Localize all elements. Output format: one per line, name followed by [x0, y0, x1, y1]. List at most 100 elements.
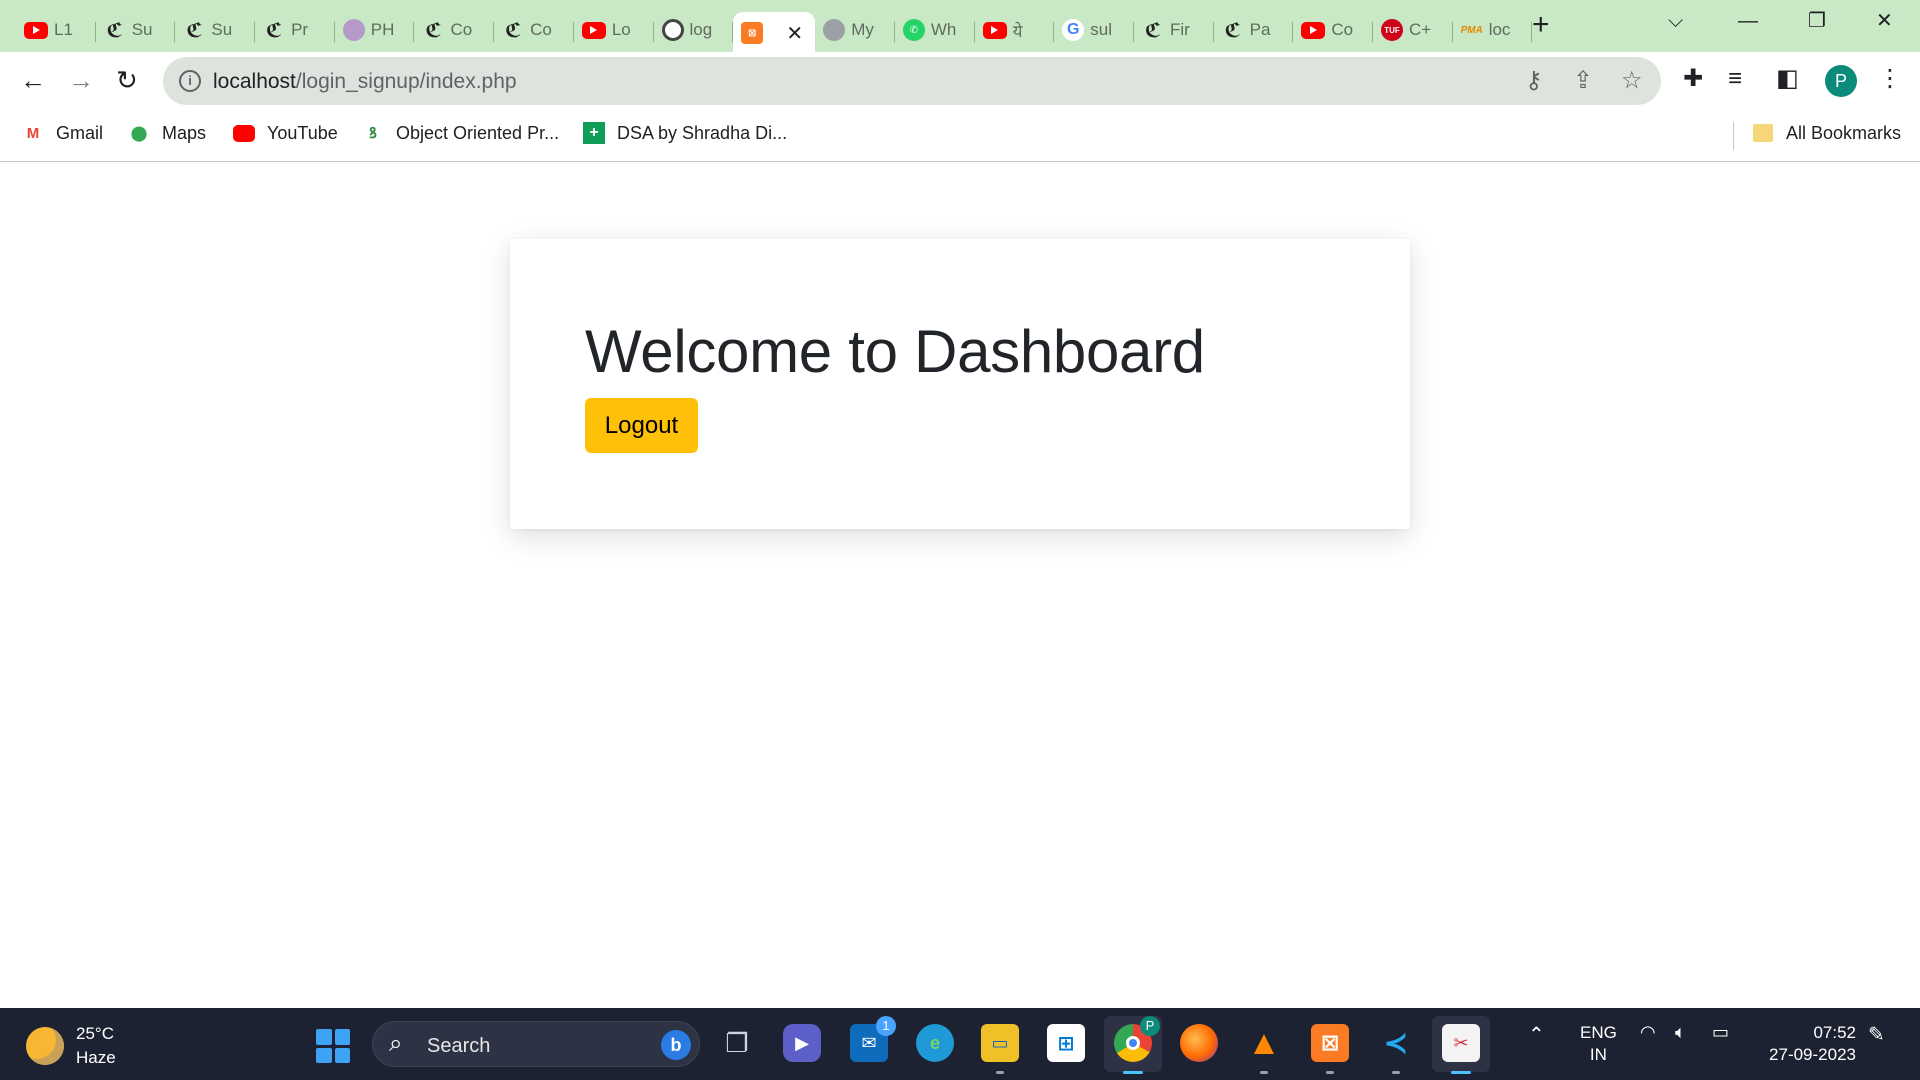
browser-tab[interactable]: TUF C+	[1373, 12, 1453, 48]
reload-button[interactable]: ↻	[116, 65, 138, 95]
file-explorer-icon[interactable]: ▭	[981, 1024, 1019, 1074]
bookmark-youtube[interactable]: YouTube	[233, 122, 338, 144]
volume-icon[interactable]: 🔈︎	[1675, 1022, 1686, 1043]
task-view-icon[interactable]: ❐	[718, 1024, 756, 1062]
back-button[interactable]: ←	[20, 65, 46, 95]
media-control-icon[interactable]: ≡	[1728, 64, 1742, 94]
browser-tab[interactable]: Lo	[574, 12, 654, 48]
bookmark-dsa[interactable]: + DSA by Shradha Di...	[583, 122, 787, 144]
tab-title: Co	[450, 20, 473, 39]
leetcode-icon: ℭ	[1144, 19, 1162, 42]
share-icon[interactable]: ⇪	[1573, 67, 1593, 95]
browser-tab[interactable]: ℭ Co	[414, 12, 494, 48]
system-clock[interactable]: 07:52 27-09-2023	[1762, 1022, 1856, 1066]
vscode-icon[interactable]: ≺	[1377, 1024, 1415, 1074]
browser-tab[interactable]: My	[815, 12, 895, 48]
search-icon: ⌕	[389, 1030, 403, 1057]
browser-tab[interactable]: L1	[16, 12, 96, 48]
close-window-icon[interactable]: ✕	[1876, 8, 1893, 34]
leetcode-icon: ℭ	[504, 19, 522, 42]
avatar-icon	[342, 19, 365, 41]
bookmark-star-icon[interactable]: ☆	[1621, 67, 1643, 95]
tab-title: My	[851, 20, 874, 39]
forward-button[interactable]: →	[68, 65, 94, 95]
tab-title: Pr	[291, 20, 309, 39]
whatsapp-icon: ✆	[902, 19, 925, 41]
clock-date: 27-09-2023	[1769, 1045, 1856, 1064]
folder-icon	[1752, 122, 1774, 144]
browser-tab[interactable]: ✆ Wh	[895, 12, 975, 48]
teams-chat-icon[interactable]: ▶	[783, 1024, 821, 1062]
bookmarks-divider	[1733, 122, 1734, 150]
leetcode-icon: ℭ	[106, 19, 123, 42]
bookmark-label: Object Oriented Pr...	[396, 122, 560, 143]
google-icon: G	[1062, 19, 1085, 41]
bookmark-oop[interactable]: ꝸ Object Oriented Pr...	[362, 122, 559, 144]
address-bar[interactable]: i localhost/login_signup/index.php ⚷ ⇪ ☆	[163, 57, 1661, 105]
bookmark-maps[interactable]: ⬤ Maps	[128, 122, 206, 144]
minimize-icon[interactable]: —	[1738, 8, 1758, 34]
all-bookmarks-folder[interactable]: All Bookmarks	[1752, 122, 1901, 144]
browser-tab[interactable]: ℭ Co	[494, 12, 574, 48]
new-tab-button[interactable]: +	[1532, 8, 1550, 42]
phpmyadmin-icon: PMA	[1460, 24, 1483, 36]
bookmarks-bar: M Gmail ⬤ Maps YouTube ꝸ Object Oriented…	[0, 110, 1920, 162]
browser-tab[interactable]: ℭ Pa	[1214, 12, 1294, 48]
clock-time: 07:52	[1813, 1023, 1856, 1042]
battery-icon[interactable]: ▭	[1712, 1022, 1729, 1043]
browser-tab[interactable]: Gsul	[1054, 12, 1134, 48]
language-indicator[interactable]: ENG IN	[1580, 1022, 1617, 1066]
youtube-icon	[1301, 21, 1326, 39]
side-panel-icon[interactable]: ◧	[1776, 64, 1799, 94]
browser-tab[interactable]: ये	[975, 12, 1055, 48]
youtube-icon	[233, 122, 255, 144]
tab-title: Co	[1331, 20, 1354, 39]
browser-tab[interactable]: ℭ Su	[175, 12, 255, 48]
bing-icon[interactable]: b	[661, 1030, 691, 1060]
tab-title: Pa	[1249, 20, 1271, 39]
bookmark-label: YouTube	[267, 122, 338, 143]
all-bookmarks-label: All Bookmarks	[1786, 122, 1902, 143]
tab-active[interactable]: ⊠ ✕	[733, 12, 816, 54]
profile-avatar[interactable]: P	[1825, 65, 1857, 97]
snipping-tool-icon[interactable]: ✂	[1442, 1024, 1480, 1074]
browser-tab[interactable]: ℭ Su	[96, 12, 176, 48]
mail-icon[interactable]: ✉ 1	[850, 1016, 896, 1062]
microsoft-store-icon[interactable]: ⊞	[1047, 1024, 1085, 1062]
youtube-icon	[982, 21, 1007, 39]
edge-icon[interactable]: e	[916, 1024, 954, 1062]
start-button-windows-icon[interactable]	[316, 1029, 350, 1063]
tab-title: log	[689, 20, 713, 39]
show-hidden-icons-chevron[interactable]: ⌃	[1528, 1022, 1545, 1047]
tuf-icon: TUF	[1381, 19, 1403, 41]
browser-tab[interactable]: PH	[335, 12, 415, 48]
key-icon[interactable]: ⚷	[1525, 67, 1543, 95]
wifi-icon[interactable]: ◠	[1640, 1022, 1656, 1043]
weather-widget[interactable]: 25°C Haze	[26, 1022, 116, 1070]
tab-title: Fir	[1169, 20, 1190, 39]
xampp-icon[interactable]: ⊠	[1311, 1024, 1349, 1074]
url-text[interactable]: localhost/login_signup/index.php	[213, 70, 517, 94]
extensions-icon[interactable]: ✚	[1683, 64, 1703, 94]
github-icon	[661, 19, 684, 41]
browser-tab[interactable]: ℭ Pr	[255, 12, 335, 48]
bookmark-gmail[interactable]: M Gmail	[22, 122, 103, 144]
site-info-icon[interactable]: i	[179, 70, 201, 92]
browser-tab[interactable]: PMA loc	[1453, 12, 1533, 48]
tab-search-chevron-icon[interactable]: ⌵	[1668, 8, 1683, 34]
firefox-icon[interactable]	[1180, 1024, 1218, 1062]
menu-kebab-icon[interactable]: ⋮	[1878, 64, 1902, 94]
close-tab-icon[interactable]: ✕	[786, 21, 803, 46]
chrome-icon[interactable]: P	[1114, 1016, 1160, 1074]
logout-button[interactable]: Logout	[585, 398, 698, 453]
notifications-icon[interactable]: ✎	[1868, 1022, 1885, 1047]
gmail-icon: M	[26, 124, 40, 142]
vlc-icon[interactable]: ▲	[1245, 1024, 1283, 1074]
chrome-profile-badge: P	[1140, 1016, 1160, 1036]
browser-tab[interactable]: ℭ Fir	[1134, 12, 1214, 48]
restore-icon[interactable]: ❐	[1808, 8, 1826, 34]
browser-tab[interactable]: log	[654, 12, 734, 48]
taskbar-search[interactable]: ⌕ Search b	[372, 1021, 700, 1067]
browser-tab[interactable]: Co	[1293, 12, 1373, 48]
tab-strip: L1 ℭ Su ℭ Su ℭ Pr PH ℭ Co ℭ Co Lo log ⊠ ✕ My ✆ Wh ये Gsul ℭ Fi…	[0, 0, 1920, 54]
